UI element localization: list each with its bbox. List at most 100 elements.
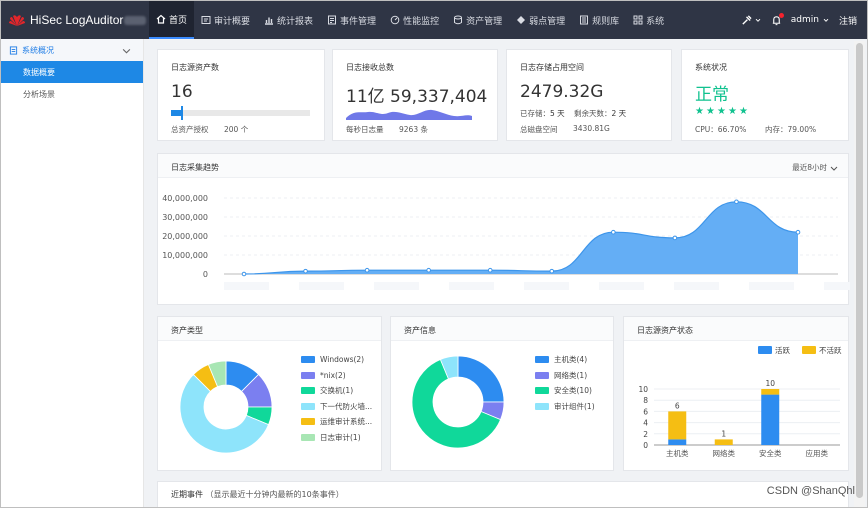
nav-item-8[interactable]: 系统 xyxy=(626,1,671,39)
time-range-select[interactable]: 最近8小时 xyxy=(792,162,838,173)
stored-days: 已存储：5 天 xyxy=(520,108,565,119)
nav-item-3[interactable]: 事件管理 xyxy=(320,1,383,39)
sidebar: 系统概况 数据概要 分析场景 xyxy=(1,39,144,507)
asset-info-card: 资产信息 主机类(4) 网络类(1) 安全类(10) 审计组件(1) xyxy=(390,316,614,471)
legend-swatch xyxy=(301,387,315,395)
y-tick-label: 20,000,000 xyxy=(162,232,208,241)
logout-link[interactable]: 注销 xyxy=(839,14,857,27)
legend-label: 运维审计系统... xyxy=(320,417,373,427)
x-tick-label-redacted xyxy=(674,282,719,290)
y-tick-label: 0 xyxy=(203,270,208,279)
y-tick-label: 10 xyxy=(638,385,648,394)
user-menu[interactable]: admin xyxy=(791,15,830,26)
trend-card: 日志采集趋势 最近8小时 40,000,000 30,000,000 20,000,… xyxy=(157,153,850,305)
x-tick-label-redacted xyxy=(224,282,269,290)
grid-icon xyxy=(633,15,643,25)
trend-area xyxy=(244,201,798,274)
x-tick-label-redacted xyxy=(749,282,794,290)
license-progress xyxy=(171,106,310,120)
tools-icon xyxy=(742,14,752,25)
nav-item-7[interactable]: 规则库 xyxy=(572,1,626,39)
trend-header: 日志采集趋势 最近8小时 xyxy=(158,154,848,178)
monitor-icon xyxy=(390,15,400,25)
username: admin xyxy=(790,15,819,25)
card-title: 日志存储占用空间 xyxy=(520,63,584,72)
bar-total-label: 6 xyxy=(675,401,680,410)
source-status-title: 日志源资产状态 xyxy=(637,326,693,335)
nav-item-2[interactable]: 统计报表 xyxy=(257,1,320,39)
nav-item-5[interactable]: 资产管理 xyxy=(446,1,509,39)
source-status-chart: 10 8 6 4 2 0 6 主机类 1 网络类 10 安全类 应用类 活跃 不活跃 xyxy=(638,345,842,458)
star-icon: ★ xyxy=(706,106,715,117)
sidebar-item-analysis[interactable]: 分析场景 xyxy=(1,83,143,105)
legend-item[interactable]: *nix(2) xyxy=(301,368,372,384)
event-icon xyxy=(328,15,337,25)
y-tick-label: 40,000,000 xyxy=(162,194,208,203)
legend-swatch xyxy=(535,387,549,395)
sidebar-item-data-summary[interactable]: 数据概要 xyxy=(1,61,143,83)
card-title: 日志源资产数 xyxy=(171,63,219,72)
source-status-header: 日志源资产状态 xyxy=(624,317,848,341)
sidebar-group-label: 系统概况 xyxy=(22,45,54,55)
sidebar-group-overview[interactable]: 系统概况 xyxy=(1,39,143,61)
remain-label: 剩余天数： xyxy=(574,109,612,118)
nav-item-4[interactable]: 性能监控 xyxy=(383,1,446,39)
recent-events-card: 近期事件 （显示最近十分钟内最新的10条事件） xyxy=(157,481,849,507)
legend-item[interactable]: Windows(2) xyxy=(301,352,372,368)
notification-button[interactable] xyxy=(771,12,784,26)
legend-item[interactable]: 网络类(1) xyxy=(535,368,595,384)
status-stars: ★ ★ ★ ★ ★ xyxy=(695,107,750,117)
legend-item[interactable]: 下一代防火墙... xyxy=(301,399,372,415)
rate-label: 每秒日志量 xyxy=(346,125,384,134)
asset-type-donut xyxy=(179,360,273,454)
x-tick-label-redacted xyxy=(599,282,644,290)
trend-title: 日志采集趋势 xyxy=(171,163,219,172)
y-tick-label: 4 xyxy=(643,419,648,428)
legend-label: 网络类(1) xyxy=(554,370,588,380)
assets-card: 日志源资产数 16 总资产授权 200 个 xyxy=(157,49,325,141)
y-tick-label: 30,000,000 xyxy=(162,213,208,222)
source-status-card: 日志源资产状态 10 8 6 4 2 0 6 主机类 1 网络类 10 安全类 应用类 活跃 不活跃 xyxy=(623,316,849,471)
asset-type-card: 资产类型 Windows(2) *nix(2) 交换机(1) 下一代防火墙... 运维审… xyxy=(157,316,382,471)
x-tick-label: 安全类 xyxy=(759,448,782,458)
x-tick-label-redacted xyxy=(824,282,850,290)
assets-count: 16 xyxy=(171,82,193,102)
system-status: 正常 xyxy=(695,85,729,105)
main-content: 日志源资产数 16 总资产授权 200 个 日志接收总数 11亿 59,337,… xyxy=(149,41,853,507)
bar-chart-icon xyxy=(265,17,274,25)
y-tick-label: 10,000,000 xyxy=(162,251,208,260)
bar-total-label: 10 xyxy=(765,379,775,388)
tools-menu[interactable] xyxy=(741,14,762,26)
legend-item[interactable]: 运维审计系统... xyxy=(301,414,372,430)
legend-label: 不活跃 xyxy=(819,345,842,355)
scrollbar-thumb[interactable] xyxy=(856,43,863,498)
y-tick-label: 2 xyxy=(643,430,648,439)
asset-info-donut xyxy=(411,355,505,449)
nav-item-6[interactable]: 弱点管理 xyxy=(509,1,572,39)
trend-point xyxy=(364,267,370,273)
vertical-scrollbar[interactable] xyxy=(854,41,865,507)
star-icon: ★ xyxy=(717,106,726,117)
brand[interactable]: HiSec LogAuditor xyxy=(9,12,147,28)
y-tick-label: 8 xyxy=(643,396,648,405)
asset-info-legend: 主机类(4) 网络类(1) 安全类(10) 审计组件(1) xyxy=(535,352,595,414)
y-tick-label: 6 xyxy=(643,407,648,416)
legend-item[interactable]: 主机类(4) xyxy=(535,352,595,368)
trend-point xyxy=(426,267,431,273)
x-tick-label-redacted xyxy=(524,282,569,290)
stored-value: 5 天 xyxy=(550,109,565,118)
trend-point xyxy=(734,199,739,205)
legend-item[interactable]: 安全类(10) xyxy=(535,383,595,399)
legend-item[interactable]: 交换机(1) xyxy=(301,383,372,399)
legend-item[interactable]: 审计组件(1) xyxy=(535,399,595,415)
recent-events-title: 近期事件 （显示最近十分钟内最新的10条事件） xyxy=(171,489,344,500)
received-card: 日志接收总数 11亿 59,337,404 每秒日志量 9263 条 xyxy=(332,49,498,141)
nav-label: 系统 xyxy=(646,16,665,27)
legend-item[interactable]: 日志审计(1) xyxy=(301,430,372,446)
received-sparkline xyxy=(346,109,472,120)
x-tick-label-redacted xyxy=(449,282,494,290)
nav-item-0[interactable]: 首页 xyxy=(149,1,195,39)
x-tick-label: 网络类 xyxy=(713,448,736,458)
watermark: CSDN @ShanQhl xyxy=(766,485,855,497)
nav-item-1[interactable]: 审计概要 xyxy=(194,1,257,39)
